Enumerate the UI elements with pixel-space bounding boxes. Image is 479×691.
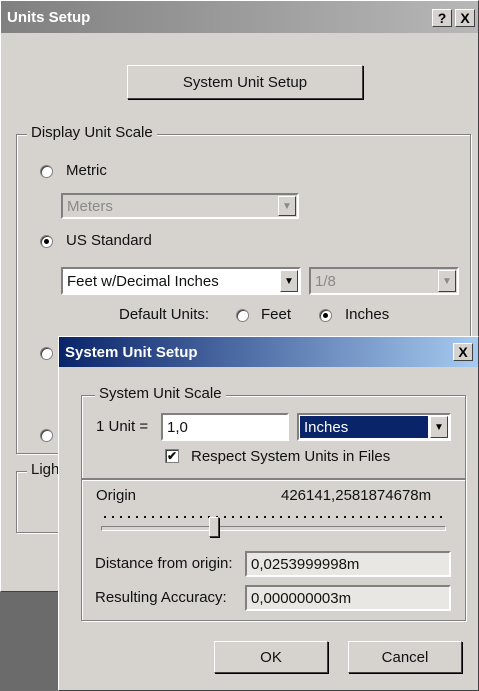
close-icon[interactable]: X — [455, 9, 475, 27]
feet-label: Feet — [261, 306, 292, 323]
us-standard-radio[interactable] — [40, 235, 53, 248]
origin-value: 426141,2581874678m — [281, 487, 432, 504]
origin-slider-ticks — [101, 516, 446, 518]
origin-label: Origin — [96, 487, 137, 504]
resulting-accuracy-label: Resulting Accuracy: — [95, 589, 227, 606]
generic-units-radio[interactable] — [40, 429, 53, 442]
origin-slider-handle[interactable] — [209, 517, 219, 537]
display-unit-scale-label: Display Unit Scale — [27, 124, 157, 141]
unit-label: 1 Unit = — [96, 418, 149, 435]
default-units-label: Default Units: — [119, 306, 210, 323]
system-unit-setup-button[interactable]: System Unit Setup — [127, 65, 363, 99]
metric-radio[interactable] — [40, 165, 53, 178]
distance-from-origin-label: Distance from origin: — [95, 555, 233, 572]
origin-slider[interactable] — [101, 526, 446, 531]
fraction-dropdown[interactable]: 1/8 ▼ — [309, 267, 459, 295]
us-units-dropdown[interactable]: Feet w/Decimal Inches ▼ — [61, 267, 301, 295]
units-setup-title-bar[interactable]: Units Setup — [1, 1, 478, 33]
cancel-button[interactable]: Cancel — [348, 641, 462, 673]
distance-from-origin-value: 0,0253999998m — [251, 555, 360, 573]
us-standard-label: US Standard — [66, 232, 152, 249]
chevron-down-icon: ▼ — [280, 270, 298, 292]
us-units-value: Feet w/Decimal Inches — [67, 272, 219, 290]
resulting-accuracy-field: 0,000000003m — [245, 585, 451, 611]
respect-system-units-checkbox[interactable]: ✔ — [165, 449, 179, 463]
inches-radio[interactable] — [319, 309, 332, 322]
fraction-value: 1/8 — [315, 272, 336, 290]
system-unit-setup-title: System Unit Setup — [65, 343, 198, 361]
chevron-down-icon: ▼ — [438, 270, 456, 292]
inches-label: Inches — [345, 306, 390, 323]
distance-from-origin-field: 0,0253999998m — [245, 551, 451, 577]
unit-value-input[interactable]: 1,0 — [161, 413, 289, 441]
feet-radio[interactable] — [236, 309, 249, 322]
metric-units-value: Meters — [67, 197, 113, 215]
chevron-down-icon: ▼ — [430, 416, 448, 438]
system-unit-setup-title-bar[interactable]: System Unit Setup — [59, 337, 478, 367]
ok-button[interactable]: OK — [214, 641, 328, 673]
unit-type-dropdown[interactable]: Inches ▼ — [297, 413, 451, 441]
chevron-down-icon: ▼ — [278, 196, 296, 216]
system-unit-scale-label: System Unit Scale — [95, 385, 226, 402]
respect-system-units-label: Respect System Units in Files — [191, 448, 391, 465]
units-setup-title: Units Setup — [7, 8, 91, 26]
resulting-accuracy-value: 0,000000003m — [251, 589, 352, 607]
metric-label: Metric — [66, 162, 107, 179]
close-icon[interactable]: X — [453, 343, 473, 361]
unit-value: 1,0 — [167, 418, 188, 436]
help-icon[interactable]: ? — [432, 9, 452, 27]
custom-radio[interactable] — [40, 347, 53, 360]
metric-units-dropdown[interactable]: Meters ▼ — [61, 193, 299, 219]
unit-type-value: Inches — [300, 416, 428, 438]
system-unit-setup-dialog: System Unit Setup X System Unit Scale 1 … — [58, 336, 479, 691]
